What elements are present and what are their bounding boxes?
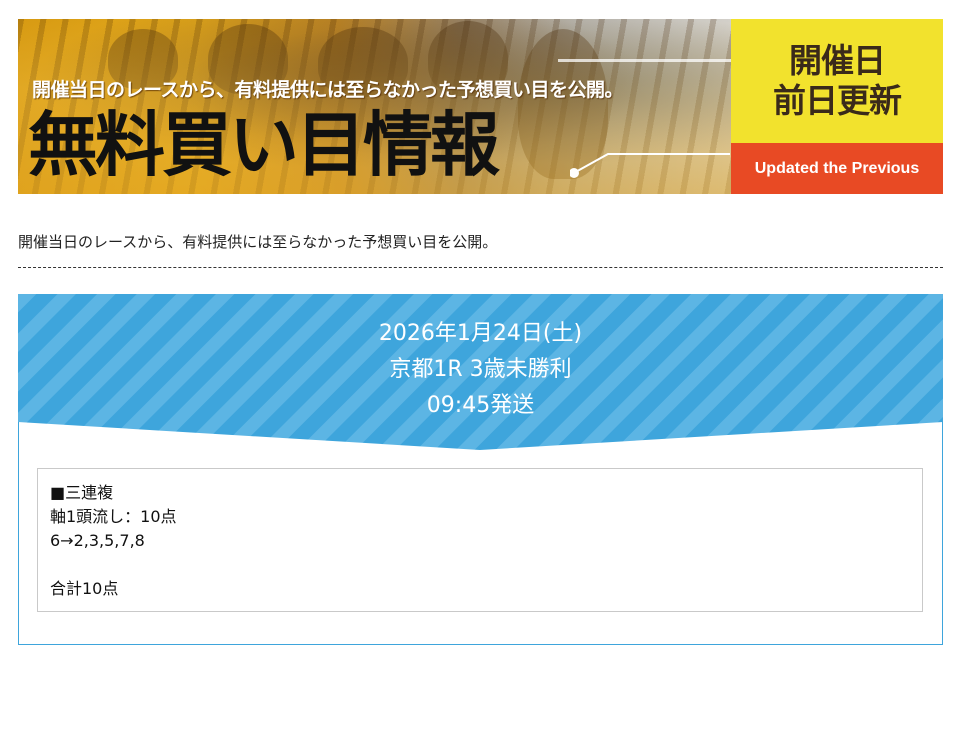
bet-details-box: ■三連複 軸1頭流し：10点 6→2,3,5,7,8 合計10点 xyxy=(37,468,923,612)
badge-english-text: Updated the Previous xyxy=(754,159,920,177)
race-card: 2026年1月24日(土) 京都1R 3歳未勝利 09:45発送 ■三連複 軸1… xyxy=(18,294,943,645)
race-date: 2026年1月24日(土) xyxy=(378,321,583,346)
race-name: 京都1R 3歳未勝利 xyxy=(389,357,572,382)
race-header-text: 2026年1月24日(土) 京都1R 3歳未勝利 09:45発送 xyxy=(18,316,943,424)
badge-top: 開催日 前日更新 xyxy=(731,19,943,143)
race-post-time: 09:45発送 xyxy=(426,393,535,418)
banner-title: 無料買い目情報 xyxy=(28,104,500,186)
badge-bottom: Updated the Previous xyxy=(731,143,943,194)
track-rail xyxy=(558,59,733,62)
bet-lines: ■三連複 軸1頭流し：10点 6→2,3,5,7,8 合計10点 xyxy=(50,481,177,601)
free-picks-banner: 開催当日のレースから、有料提供には至らなかった予想買い目を公開。 無料買い目情報… xyxy=(18,19,943,194)
badge-line-2: 前日更新 xyxy=(773,81,902,120)
bet-total: 合計10点 xyxy=(50,579,119,598)
bet-type: ■三連複 xyxy=(50,483,114,502)
page: 開催当日のレースから、有料提供には至らなかった予想買い目を公開。 無料買い目情報… xyxy=(0,0,957,751)
bet-spacer xyxy=(50,553,177,577)
decorative-line xyxy=(570,153,730,178)
bet-method: 軸1頭流し：10点 xyxy=(50,507,177,526)
banner-subtitle: 開催当日のレースから、有料提供には至らなかった予想買い目を公開。 xyxy=(32,79,624,101)
bet-combination: 6→2,3,5,7,8 xyxy=(50,531,145,550)
update-badge: 開催日 前日更新 Updated the Previous xyxy=(731,19,943,194)
badge-line-1: 開催日 xyxy=(789,41,886,80)
dotted-divider xyxy=(18,267,943,268)
race-header: 2026年1月24日(土) 京都1R 3歳未勝利 09:45発送 xyxy=(18,294,943,450)
intro-text: 開催当日のレースから、有料提供には至らなかった予想買い目を公開。 xyxy=(18,233,498,251)
